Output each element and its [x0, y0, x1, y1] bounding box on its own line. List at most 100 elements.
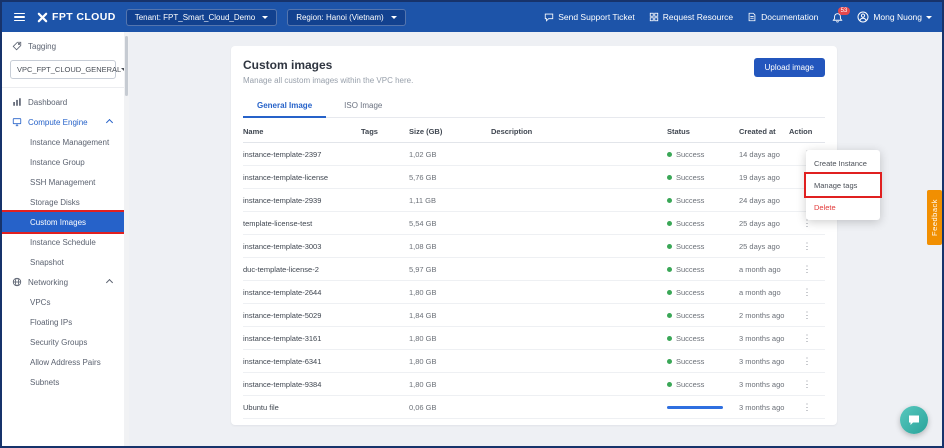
row-actions-button[interactable]: ⋮: [789, 310, 825, 321]
sidebar-item-security-groups[interactable]: Security Groups: [2, 332, 124, 352]
cell-status: Success: [667, 380, 739, 389]
feedback-tab[interactable]: Feedback: [927, 190, 942, 245]
chat-fab-button[interactable]: [900, 406, 928, 434]
sidebar-item-subnets[interactable]: Subnets: [2, 372, 124, 392]
row-actions-button[interactable]: ⋮: [789, 379, 825, 390]
cell-size: 5,76 GB: [409, 173, 491, 182]
topbar-actions: Send Support Ticket Request Resource Doc…: [544, 11, 932, 23]
cell-name: instance-template-6341: [243, 357, 361, 366]
sidebar-item-dashboard[interactable]: Dashboard: [2, 92, 124, 112]
scrollbar-thumb[interactable]: [125, 36, 128, 96]
cell-size: 1,80 GB: [409, 380, 491, 389]
cell-created-at: 14 days ago: [739, 150, 789, 159]
brand-text: FPT CLOUD: [52, 11, 116, 23]
topbar: FPT CLOUD Tenant: FPT_Smart_Cloud_Demo R…: [2, 2, 942, 32]
sidebar-item-ssh-management[interactable]: SSH Management: [2, 172, 124, 192]
context-menu-item-create-instance[interactable]: Create Instance: [806, 152, 880, 174]
table-row: instance-template-26441,80 GBSuccessa mo…: [243, 281, 825, 304]
table-row: Ubuntu file0,06 GB3 months ago⋮: [243, 396, 825, 419]
cell-name: instance-template-5029: [243, 311, 361, 320]
tabs: General ImageISO Image: [243, 95, 825, 118]
cell-status: Success: [667, 242, 739, 251]
sidebar-item-custom-images[interactable]: Custom Images: [2, 212, 124, 232]
cell-size: 0,06 GB: [409, 403, 491, 412]
status-dot: [667, 359, 672, 364]
context-menu-item-manage-tags[interactable]: Manage tags: [806, 174, 880, 196]
cell-name: duc-template-license-2: [243, 265, 361, 274]
user-name: Mong Nuong: [873, 12, 922, 22]
compute-engine-items: Instance ManagementInstance GroupSSH Man…: [2, 132, 124, 272]
page-title: Custom images: [243, 58, 413, 72]
cell-created-at: 19 days ago: [739, 173, 789, 182]
sidebar-item-instance-management[interactable]: Instance Management: [2, 132, 124, 152]
compute-engine-icon: [12, 117, 22, 127]
region-selector[interactable]: Region: Hanoi (Vietnam): [287, 9, 405, 26]
cell-size: 1,11 GB: [409, 196, 491, 205]
sidebar-item-vpcs[interactable]: VPCs: [2, 292, 124, 312]
app-shell: Tagging VPC_FPT_CLOUD_GENERAL Dashboard …: [2, 32, 942, 446]
vpc-selected-label: VPC_FPT_CLOUD_GENERAL: [17, 65, 121, 74]
status-dot: [667, 382, 672, 387]
row-actions-button[interactable]: ⋮: [789, 241, 825, 252]
tab-general-image[interactable]: General Image: [243, 95, 326, 118]
status-dot: [667, 290, 672, 295]
column-header-size-gb-: Size (GB): [409, 127, 491, 136]
status-dot: [667, 267, 672, 272]
cell-created-at: 25 days ago: [739, 242, 789, 251]
request-resource-link[interactable]: Request Resource: [649, 12, 733, 22]
row-actions-button[interactable]: ⋮: [789, 333, 825, 344]
status-dot: [667, 221, 672, 226]
table-body: instance-template-23971,02 GBSuccess14 d…: [243, 143, 825, 419]
status-dot: [667, 336, 672, 341]
table-row: instance-template-31611,80 GBSuccess3 mo…: [243, 327, 825, 350]
row-actions-button[interactable]: ⋮: [789, 264, 825, 275]
column-header-description: Description: [491, 127, 667, 136]
sidebar-item-instance-group[interactable]: Instance Group: [2, 152, 124, 172]
table-row: instance-template-3003 1,08 GB Success25 d…: [243, 235, 825, 258]
table-row: instance-template-23971,02 GBSuccess14 d…: [243, 143, 825, 166]
row-actions-button[interactable]: ⋮: [789, 287, 825, 298]
tab-iso-image[interactable]: ISO Image: [330, 95, 396, 117]
documentation-link[interactable]: Documentation: [747, 12, 818, 22]
tag-icon: [12, 41, 22, 51]
user-menu[interactable]: Mong Nuong: [857, 11, 932, 23]
table-row: instance-template-license5,76 GBSuccess1…: [243, 166, 825, 189]
cell-name: instance-template-2644: [243, 288, 361, 297]
region-label: Region: Hanoi (Vietnam): [296, 13, 383, 22]
sidebar-item-instance-schedule[interactable]: Instance Schedule: [2, 232, 124, 252]
caret-down-icon: [926, 16, 932, 19]
sidebar-item-snapshot[interactable]: Snapshot: [2, 252, 124, 272]
sidebar-section-compute-engine[interactable]: Compute Engine: [2, 112, 124, 132]
notification-badge: 53: [838, 7, 851, 15]
sidebar-item-allow-address-pairs[interactable]: Allow Address Pairs: [2, 352, 124, 372]
status-label: Success: [676, 380, 704, 389]
documentation-label: Documentation: [761, 12, 818, 22]
vpc-selector[interactable]: VPC_FPT_CLOUD_GENERAL: [10, 60, 116, 79]
status-dot: [667, 175, 672, 180]
cell-created-at: 3 months ago: [739, 403, 789, 412]
upload-image-button[interactable]: Upload image: [754, 58, 825, 77]
sidebar-item-storage-disks[interactable]: Storage Disks: [2, 192, 124, 212]
sidebar-item-floating-ips[interactable]: Floating IPs: [2, 312, 124, 332]
sidebar-section-networking[interactable]: Networking: [2, 272, 124, 292]
context-menu-item-delete[interactable]: Delete: [806, 196, 880, 218]
request-resource-icon: [649, 12, 659, 22]
tenant-selector[interactable]: Tenant: FPT_Smart_Cloud_Demo: [126, 9, 278, 26]
menu-icon[interactable]: [12, 11, 27, 24]
sidebar-item-tagging[interactable]: Tagging: [2, 36, 124, 56]
row-actions-button[interactable]: ⋮: [789, 402, 825, 413]
table-row: instance-template-63411,80 GBSuccess3 mo…: [243, 350, 825, 373]
status-label: Success: [676, 265, 704, 274]
notifications-button[interactable]: 53: [832, 12, 843, 23]
cell-name: instance-template-3003: [243, 242, 361, 251]
caret-down-icon: [391, 16, 397, 19]
send-support-ticket-link[interactable]: Send Support Ticket: [544, 12, 635, 22]
status-label: Success: [676, 334, 704, 343]
row-actions-button[interactable]: ⋮: [789, 356, 825, 367]
column-header-tags: Tags: [361, 127, 409, 136]
main-area: Custom images Manage all custom images w…: [129, 32, 942, 446]
sidebar-divider: [2, 87, 124, 88]
card-header: Custom images Manage all custom images w…: [243, 58, 825, 85]
cell-size: 1,80 GB: [409, 357, 491, 366]
cell-size: 1,08 GB: [409, 242, 491, 251]
